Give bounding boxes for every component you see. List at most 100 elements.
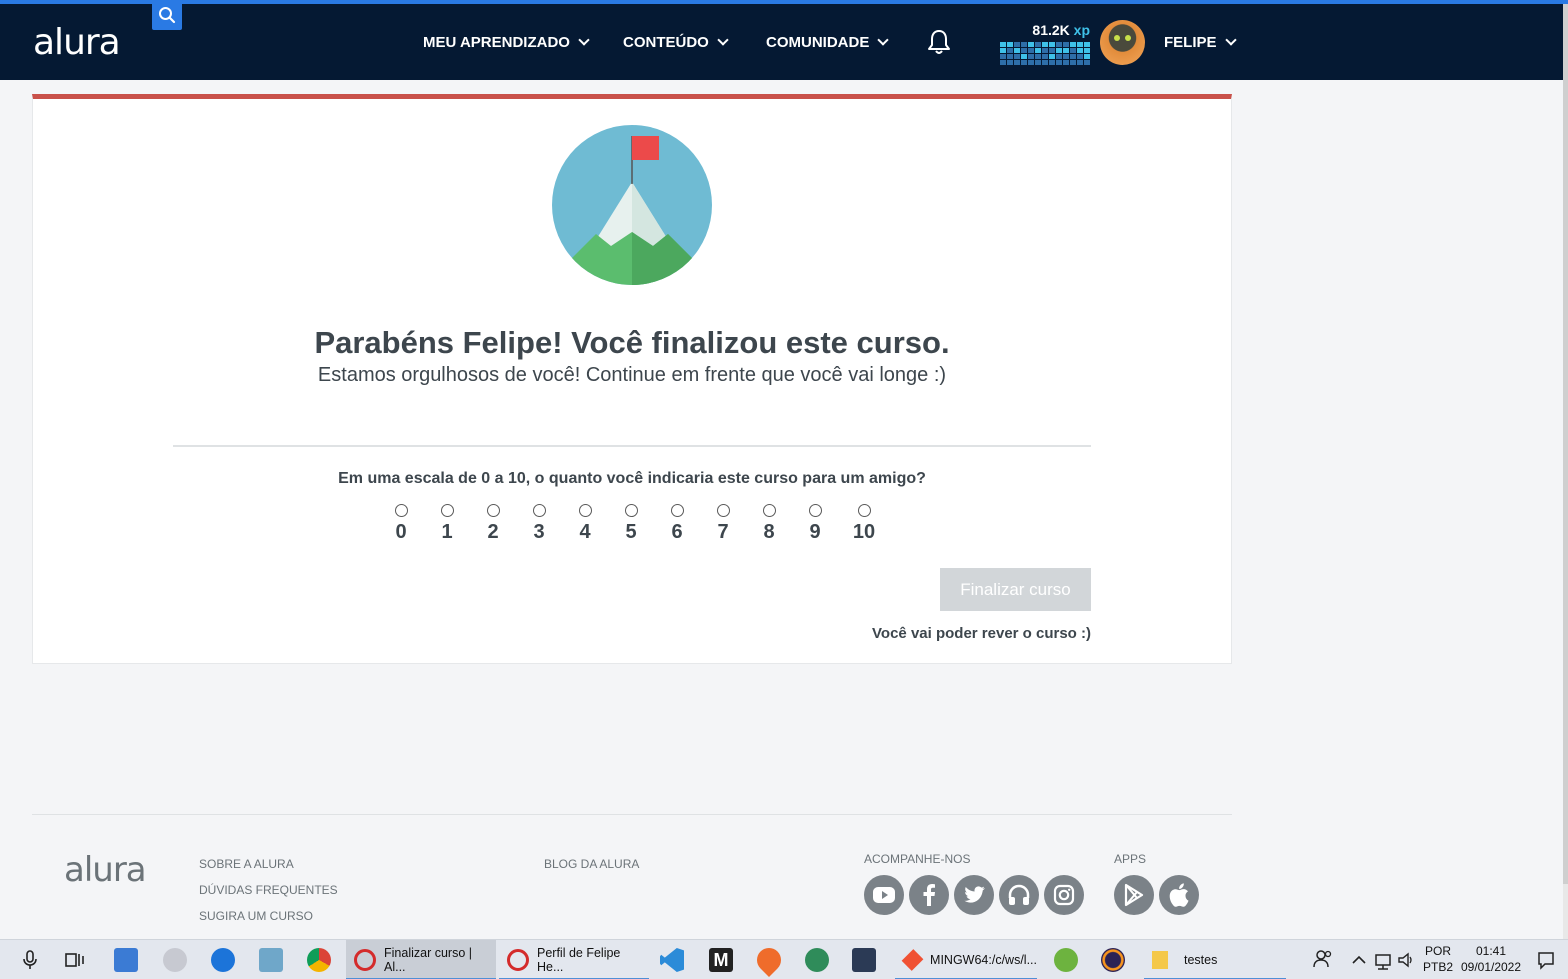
vscode-icon[interactable] xyxy=(660,948,684,972)
nps-value: 2 xyxy=(487,521,499,543)
search-button[interactable] xyxy=(152,0,182,30)
scrollbar-thumb[interactable] xyxy=(1563,4,1568,884)
nps-option-7[interactable]: 7 xyxy=(703,504,743,544)
radio-button[interactable] xyxy=(532,504,546,517)
mountain-flag-icon xyxy=(552,125,712,285)
chevron-down-icon xyxy=(717,34,729,46)
nps-value: 5 xyxy=(625,521,637,543)
radio-button[interactable] xyxy=(808,504,822,517)
footer-link-sugira[interactable]: SUGIRA UM CURSO xyxy=(199,909,313,923)
finish-course-button[interactable]: Finalizar curso xyxy=(940,568,1091,611)
footer-alura-logo[interactable]: alura xyxy=(64,850,147,890)
completion-title: Parabéns Felipe! Você finalizou este cur… xyxy=(314,325,950,360)
chevron-down-icon xyxy=(877,34,890,46)
twitter-link[interactable] xyxy=(954,875,994,915)
podcast-link[interactable] xyxy=(999,875,1039,915)
taskbar-window-finalizar[interactable]: Finalizar curso | Al... xyxy=(346,940,496,979)
nps-option-4[interactable]: 4 xyxy=(565,504,605,544)
xp-unit: xp xyxy=(1073,22,1090,38)
bell-icon xyxy=(928,30,950,54)
people-button[interactable] xyxy=(1313,948,1333,972)
opera-icon xyxy=(507,949,529,971)
headphones-icon xyxy=(1008,884,1030,905)
nps-option-2[interactable]: 2 xyxy=(473,504,513,544)
nps-value: 8 xyxy=(763,521,775,543)
input-language[interactable]: POR PTB2 xyxy=(1420,943,1456,975)
nps-option-1[interactable]: 1 xyxy=(427,504,467,544)
avatar[interactable] xyxy=(1100,20,1145,65)
alura-logo[interactable]: alura xyxy=(33,22,121,63)
window-label: MINGW64:/c/ws/l... xyxy=(930,953,1037,967)
cortana-mic-button[interactable] xyxy=(20,948,40,972)
eclipse-icon[interactable] xyxy=(1101,948,1125,972)
xp-value: 81.2K xyxy=(1032,22,1070,38)
top-navbar: alura MEU APRENDIZADO CONTEÚDO COMUNIDAD… xyxy=(0,0,1563,80)
network-button[interactable] xyxy=(1373,948,1393,972)
task-view-icon xyxy=(65,953,84,967)
nps-value: 7 xyxy=(717,521,729,543)
nps-option-5[interactable]: 5 xyxy=(611,504,651,544)
tray-overflow-button[interactable] xyxy=(1350,948,1368,972)
footer-link-duvidas[interactable]: DÚVIDAS FREQUENTES xyxy=(199,883,338,897)
instagram-link[interactable] xyxy=(1044,875,1084,915)
google-play-link[interactable] xyxy=(1114,875,1154,915)
nps-value: 0 xyxy=(395,521,407,543)
xp-label: 81.2K xp xyxy=(1000,22,1090,38)
radio-button[interactable] xyxy=(486,504,500,517)
nps-value: 9 xyxy=(809,521,821,543)
markdown-editor-icon[interactable]: M xyxy=(709,948,733,972)
nps-value: 1 xyxy=(441,521,453,543)
terminal-icon[interactable] xyxy=(852,948,876,972)
pinned-app-phone[interactable] xyxy=(211,948,235,972)
nps-option-3[interactable]: 3 xyxy=(519,504,559,544)
taskbar-window-perfil[interactable]: Perfil de Felipe He... xyxy=(499,940,649,979)
app-store-link[interactable] xyxy=(1159,875,1199,915)
footer-link-blog[interactable]: BLOG DA ALURA xyxy=(544,857,639,871)
nps-option-10[interactable]: 10 xyxy=(844,504,884,544)
folder-icon xyxy=(1152,951,1168,969)
nav-conteudo[interactable]: CONTEÚDO xyxy=(623,34,729,51)
pinned-app-snipping[interactable] xyxy=(163,948,187,972)
radio-button[interactable] xyxy=(857,504,871,517)
postman-icon[interactable] xyxy=(752,943,786,977)
spring-tool-icon[interactable] xyxy=(1054,948,1078,972)
taskbar-window-testes[interactable]: testes xyxy=(1144,940,1286,979)
completion-subtitle: Estamos orgulhosos de você! Continue em … xyxy=(317,364,947,386)
facebook-link[interactable] xyxy=(909,875,949,915)
user-menu[interactable]: FELIPE xyxy=(1164,34,1237,51)
volume-button[interactable] xyxy=(1396,948,1416,972)
pinned-app-ghost[interactable] xyxy=(805,948,829,972)
chrome-icon[interactable] xyxy=(307,948,331,972)
nps-option-0[interactable]: 0 xyxy=(381,504,421,544)
task-view-button[interactable] xyxy=(63,948,87,972)
notifications-button[interactable] xyxy=(926,28,952,61)
radio-button[interactable] xyxy=(440,504,454,517)
radio-button[interactable] xyxy=(670,504,684,517)
apple-icon xyxy=(1169,883,1189,907)
xp-meter[interactable]: 81.2K xp xyxy=(1000,22,1090,65)
clock[interactable]: 01:41 09/01/2022 xyxy=(1459,943,1523,975)
radio-button[interactable] xyxy=(762,504,776,517)
nps-value: 3 xyxy=(533,521,545,543)
nps-option-6[interactable]: 6 xyxy=(657,504,697,544)
nav-label: COMUNIDADE xyxy=(766,34,870,51)
radio-button[interactable] xyxy=(624,504,638,517)
youtube-link[interactable] xyxy=(864,875,904,915)
nps-option-8[interactable]: 8 xyxy=(749,504,789,544)
search-icon xyxy=(159,7,176,24)
footer-link-sobre[interactable]: SOBRE A ALURA xyxy=(199,857,294,871)
facebook-icon xyxy=(923,884,935,906)
pinned-app-notepad[interactable] xyxy=(259,948,283,972)
taskbar-window-mingw[interactable]: MINGW64:/c/ws/l... xyxy=(895,940,1037,979)
radio-button[interactable] xyxy=(394,504,408,517)
action-center-button[interactable] xyxy=(1536,948,1556,972)
nav-comunidade[interactable]: COMUNIDADE xyxy=(766,34,890,51)
page-scrollbar[interactable] xyxy=(1563,4,1568,939)
pinned-app-laptop[interactable] xyxy=(114,948,138,972)
nps-option-9[interactable]: 9 xyxy=(795,504,835,544)
nav-meu-aprendizado[interactable]: MEU APRENDIZADO xyxy=(423,34,590,51)
radio-button[interactable] xyxy=(716,504,730,517)
keyboard-layout: PTB2 xyxy=(1422,960,1453,974)
chevron-up-icon xyxy=(1352,955,1366,964)
radio-button[interactable] xyxy=(578,504,592,517)
